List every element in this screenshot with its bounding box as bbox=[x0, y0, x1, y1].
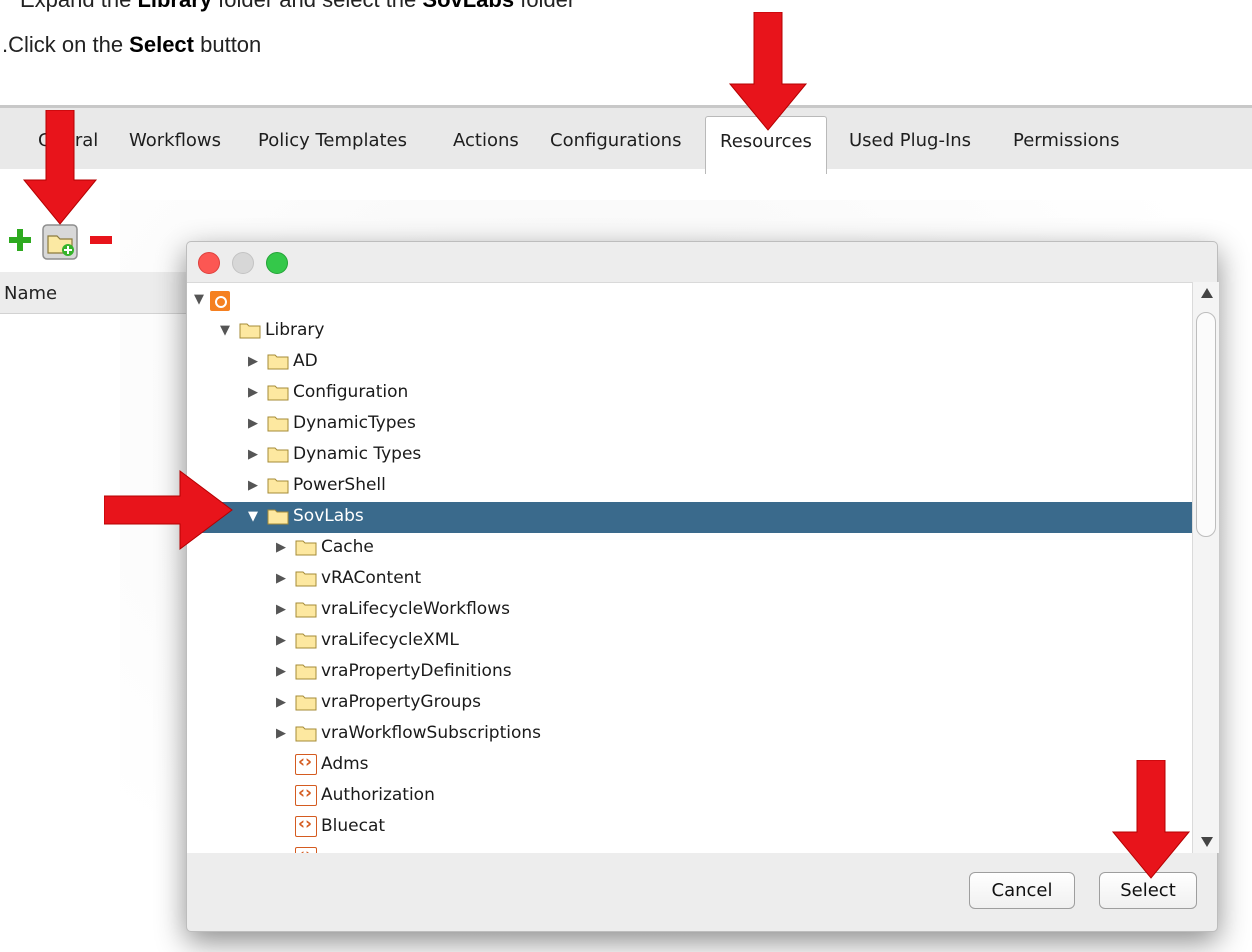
folder-icon bbox=[267, 478, 289, 494]
folder-icon bbox=[267, 509, 289, 525]
instruction-line-1: Expand the Library folder and select the… bbox=[20, 0, 575, 13]
red-arrow-right-icon bbox=[104, 470, 233, 550]
folder-icon bbox=[295, 540, 317, 556]
tree-item-vracontent[interactable]: ▶ vRAContent bbox=[187, 564, 1192, 595]
collapse-arrow-icon[interactable]: ▶ bbox=[248, 416, 258, 431]
tree-item-configuration[interactable]: ▶ Configuration bbox=[187, 378, 1192, 409]
tree-item-powershell[interactable]: ▶ PowerShell bbox=[187, 471, 1192, 502]
tree-item-bluecat[interactable]: Bluecat bbox=[187, 812, 1192, 843]
tree-item-ad[interactable]: ▶ AD bbox=[187, 347, 1192, 378]
collapse-arrow-icon[interactable]: ▶ bbox=[248, 447, 258, 462]
tree-item-adms[interactable]: Adms bbox=[187, 750, 1192, 781]
action-element-icon bbox=[295, 814, 317, 837]
tree-item-partial[interactable] bbox=[187, 843, 1192, 853]
tree-item-vrapropertydefinitions[interactable]: ▶ vraPropertyDefinitions bbox=[187, 657, 1192, 688]
collapse-arrow-icon[interactable]: ▶ bbox=[276, 664, 286, 679]
folder-icon bbox=[267, 416, 289, 432]
folder-icon bbox=[267, 447, 289, 463]
action-element-icon bbox=[295, 752, 317, 775]
tree-item-vraworkflowsubscriptions[interactable]: ▶ vraWorkflowSubscriptions bbox=[187, 719, 1192, 750]
folder-icon bbox=[295, 571, 317, 587]
folder-icon bbox=[295, 664, 317, 680]
collapse-arrow-icon[interactable]: ▶ bbox=[276, 695, 286, 710]
scroll-down-arrow-icon[interactable] bbox=[1201, 837, 1213, 847]
tab-bar: G ral Workflows Policy Templates Actions… bbox=[0, 105, 1252, 174]
action-element-icon bbox=[295, 783, 317, 806]
folder-icon bbox=[267, 385, 289, 401]
tree-item-sovlabs[interactable]: ▼ SovLabs bbox=[187, 502, 1192, 533]
window-close-button[interactable] bbox=[198, 252, 220, 274]
folder-icon bbox=[295, 726, 317, 742]
tree-item-vralifecyclexml[interactable]: ▶ vraLifecycleXML bbox=[187, 626, 1192, 657]
action-element-icon bbox=[295, 845, 317, 853]
tab-used-plug-ins[interactable]: Used Plug-Ins bbox=[849, 130, 971, 151]
window-minimize-button[interactable] bbox=[232, 252, 254, 274]
instruction-line-2: .Click on the Select button bbox=[2, 32, 262, 57]
add-folder-icon[interactable] bbox=[42, 224, 78, 260]
expand-arrow-icon[interactable]: ▼ bbox=[248, 509, 258, 524]
tree-item-dynamictypes[interactable]: ▶ DynamicTypes bbox=[187, 409, 1192, 440]
remove-icon[interactable] bbox=[90, 236, 112, 244]
tab-permissions[interactable]: Permissions bbox=[1013, 130, 1119, 151]
collapse-arrow-icon[interactable]: ▶ bbox=[248, 478, 258, 493]
tree-item-root[interactable]: ▼ bbox=[187, 285, 1192, 316]
tab-workflows[interactable]: Workflows bbox=[129, 130, 221, 151]
tree-item-vralifecycleworkflows[interactable]: ▶ vraLifecycleWorkflows bbox=[187, 595, 1192, 626]
tab-actions[interactable]: Actions bbox=[453, 130, 519, 151]
scroll-thumb[interactable] bbox=[1196, 312, 1216, 537]
tree-item-dynamic-types[interactable]: ▶ Dynamic Types bbox=[187, 440, 1192, 471]
collapse-arrow-icon[interactable]: ▶ bbox=[276, 726, 286, 741]
red-arrow-down-icon bbox=[728, 12, 808, 131]
tab-policy-templates[interactable]: Policy Templates bbox=[258, 130, 407, 151]
folder-tree: ▼ ▼ Library ▶ AD ▶ Configuration ▶ Dynam… bbox=[187, 282, 1192, 853]
folder-chooser-dialog: ▼ ▼ Library ▶ AD ▶ Configuration ▶ Dynam… bbox=[186, 241, 1219, 932]
tree-item-cache[interactable]: ▶ Cache bbox=[187, 533, 1192, 564]
tree-scrollbar[interactable] bbox=[1192, 282, 1219, 853]
name-header-label: Name bbox=[4, 283, 58, 304]
collapse-arrow-icon[interactable]: ▶ bbox=[276, 633, 286, 648]
tree-item-authorization[interactable]: Authorization bbox=[187, 781, 1192, 812]
folder-icon bbox=[295, 602, 317, 618]
collapse-arrow-icon[interactable]: ▶ bbox=[248, 354, 258, 369]
collapse-arrow-icon[interactable]: ▶ bbox=[276, 540, 286, 555]
expand-arrow-icon[interactable]: ▼ bbox=[220, 323, 230, 338]
collapse-arrow-icon[interactable]: ▶ bbox=[276, 602, 286, 617]
red-arrow-down-icon bbox=[1111, 760, 1191, 879]
tree-item-vrapropertygroups[interactable]: ▶ vraPropertyGroups bbox=[187, 688, 1192, 719]
folder-icon bbox=[239, 323, 261, 339]
cancel-button[interactable]: Cancel bbox=[969, 872, 1075, 909]
expand-arrow-icon[interactable]: ▼ bbox=[194, 292, 204, 307]
folder-icon bbox=[295, 633, 317, 649]
collapse-arrow-icon[interactable]: ▶ bbox=[248, 385, 258, 400]
tree-item-library[interactable]: ▼ Library bbox=[187, 316, 1192, 347]
collapse-arrow-icon[interactable]: ▶ bbox=[276, 571, 286, 586]
window-maximize-button[interactable] bbox=[266, 252, 288, 274]
red-arrow-down-icon bbox=[22, 110, 98, 225]
scroll-up-arrow-icon[interactable] bbox=[1201, 288, 1213, 298]
tab-configurations[interactable]: Configurations bbox=[550, 130, 681, 151]
add-icon[interactable] bbox=[8, 228, 32, 252]
folder-icon bbox=[295, 695, 317, 711]
orchestrator-root-icon bbox=[210, 291, 230, 311]
folder-icon bbox=[267, 354, 289, 370]
